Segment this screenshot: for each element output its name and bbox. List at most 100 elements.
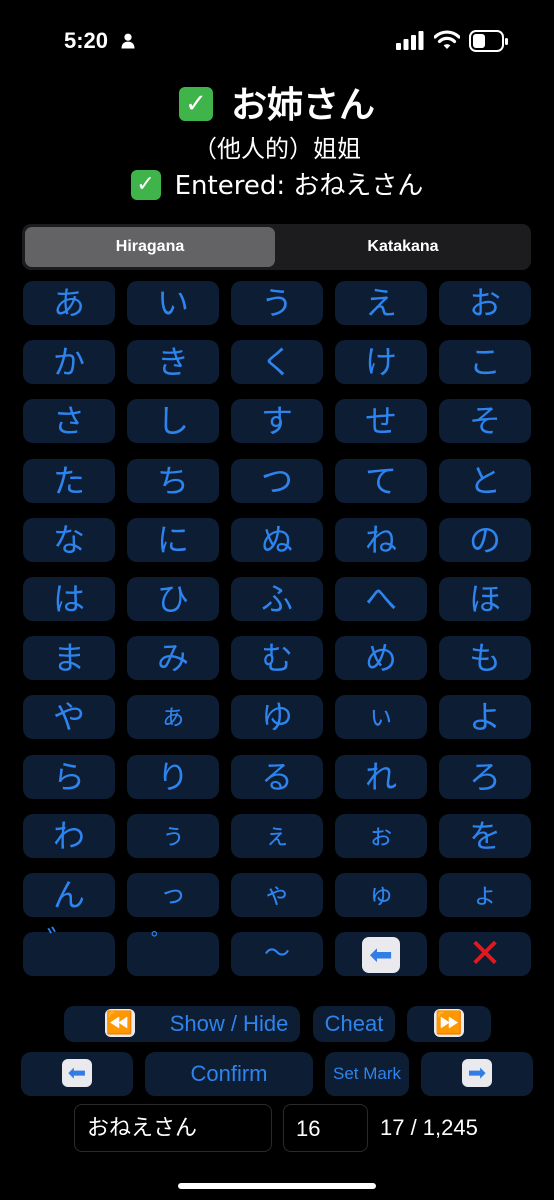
kana-key[interactable]: む xyxy=(231,636,323,681)
kana-row: は ひ ふ へ ほ xyxy=(23,576,532,636)
kana-key[interactable]: ほ xyxy=(439,576,531,621)
kana-key[interactable]: ゅ xyxy=(335,872,427,917)
kana-key[interactable]: め xyxy=(335,636,427,681)
kana-key[interactable]: ょ xyxy=(439,872,531,917)
kana-key[interactable]: せ xyxy=(335,399,427,444)
kana-key[interactable]: て xyxy=(335,458,427,503)
kana-key[interactable]: れ xyxy=(335,754,427,799)
tab-katakana[interactable]: Katakana xyxy=(278,227,528,267)
kana-key[interactable]: か xyxy=(23,340,115,385)
kana-key[interactable]: ぉ xyxy=(335,813,427,858)
kana-key[interactable]: や xyxy=(23,695,115,740)
kana-key[interactable]: さ xyxy=(23,399,115,444)
kana-key[interactable]: き xyxy=(127,340,219,385)
kana-key[interactable]: に xyxy=(127,517,219,562)
fast-forward-button[interactable]: ⏩ xyxy=(407,1006,491,1042)
kana-key[interactable]: ぬ xyxy=(231,517,323,562)
kana-key[interactable]: ふ xyxy=(231,576,323,621)
kana-key[interactable]: た xyxy=(23,458,115,503)
cheat-button[interactable]: Cheat xyxy=(313,1006,395,1042)
right-arrow-icon: ➡ xyxy=(462,1058,492,1087)
kana-key[interactable]: み xyxy=(127,636,219,681)
progress-counter: 17 / 1,245 xyxy=(380,1115,478,1140)
kana-key[interactable]: よ xyxy=(439,695,531,740)
kana-key[interactable]: ひ xyxy=(127,576,219,621)
kana-key[interactable]: し xyxy=(127,399,219,444)
kana-row: な に ぬ ね の xyxy=(23,517,532,577)
kana-key[interactable]: も xyxy=(439,636,531,681)
kana-row: か き く け こ xyxy=(23,340,532,399)
kana-key[interactable]: け xyxy=(335,340,427,385)
home-indicator[interactable] xyxy=(178,1183,376,1189)
kana-key[interactable]: ぃ xyxy=(335,695,427,740)
backspace-key[interactable]: ⬅ xyxy=(335,932,427,977)
kana-keyboard: あ い う え お か き く け こ さ し す せ そ た ち つ て と … xyxy=(23,281,532,991)
cellular-signal-icon xyxy=(396,31,424,50)
kana-key[interactable]: わ xyxy=(23,813,115,858)
fast-forward-icon: ⏩ xyxy=(434,1008,464,1037)
check-mark-icon: ✓ xyxy=(130,169,161,200)
left-arrow-icon: ⬅ xyxy=(62,1058,92,1087)
battery-icon xyxy=(469,30,508,52)
kana-key[interactable]: ん xyxy=(23,872,115,917)
kana-row: ま み む め も xyxy=(23,636,532,695)
tab-hiragana[interactable]: Hiragana xyxy=(25,227,275,267)
entered-text: Entered: おねえさん xyxy=(174,171,424,201)
kana-key[interactable]: す xyxy=(231,399,323,444)
set-mark-button[interactable]: Set Mark xyxy=(325,1052,409,1096)
kana-key[interactable]: こ xyxy=(439,340,531,385)
answer-field[interactable]: おねえさん xyxy=(74,1104,272,1152)
kana-key[interactable]: え xyxy=(335,281,427,325)
prompt-word: お姉さん xyxy=(230,85,375,126)
kana-key[interactable]: り xyxy=(127,754,219,799)
kana-key[interactable]: お xyxy=(439,281,531,325)
kana-key[interactable]: ゆ xyxy=(231,695,323,740)
check-mark-icon: ✓ xyxy=(178,87,213,121)
previous-button[interactable]: ⬅ xyxy=(21,1052,133,1096)
kana-key[interactable]: つ xyxy=(231,458,323,503)
kana-row: ん っ ゃ ゅ ょ xyxy=(23,872,532,932)
kana-key[interactable]: あ xyxy=(23,281,115,325)
prompt-meaning: （他人的）姐姐 xyxy=(193,135,361,163)
kana-key[interactable]: ち xyxy=(127,458,219,503)
kana-key[interactable]: ぇ xyxy=(231,813,323,858)
kana-row: や ぁ ゆ ぃ よ xyxy=(23,695,532,754)
next-button[interactable]: ➡ xyxy=(421,1052,533,1096)
script-segmented-control: Hiragana Katakana xyxy=(22,224,531,270)
handakuten-key[interactable]: ゜ xyxy=(127,931,219,977)
kana-key[interactable]: ら xyxy=(23,754,115,799)
kana-key[interactable]: の xyxy=(439,517,531,562)
index-field[interactable]: 16 xyxy=(283,1104,368,1152)
dakuten-key[interactable]: ゛ xyxy=(23,928,115,977)
kana-key[interactable]: い xyxy=(127,281,219,325)
kana-key[interactable]: そ xyxy=(439,399,531,444)
kana-row: ら り る れ ろ xyxy=(23,754,532,814)
prompt-header: ✓ お姉さん （他人的）姐姐 ✓ Entered: おねえさん xyxy=(0,80,554,206)
kana-key[interactable]: を xyxy=(439,813,531,858)
kana-key[interactable]: く xyxy=(231,340,323,385)
status-time: 5:20 xyxy=(64,28,109,53)
clear-key[interactable]: ✕ xyxy=(439,932,531,977)
kana-row: た ち つ て と xyxy=(23,458,532,518)
kana-key[interactable]: へ xyxy=(335,576,427,621)
kana-key[interactable]: う xyxy=(231,281,323,325)
kana-key[interactable]: は xyxy=(23,576,115,621)
kana-key[interactable]: ゃ xyxy=(231,872,323,917)
kana-row: さ し す せ そ xyxy=(23,399,532,458)
kana-key[interactable]: ろ xyxy=(439,754,531,799)
kana-key[interactable]: っ xyxy=(127,872,219,917)
kana-key[interactable]: ぁ xyxy=(127,695,219,740)
kana-row-modifiers: ゛ ゜ ～ ⬅ ✕ xyxy=(23,928,532,991)
kana-key[interactable]: と xyxy=(439,458,531,503)
long-mark-key[interactable]: ～ xyxy=(231,932,323,977)
kana-key[interactable]: な xyxy=(23,517,115,562)
show-hide-button[interactable]: Show / Hide xyxy=(158,1006,300,1042)
kana-key[interactable]: ぅ xyxy=(127,813,219,858)
confirm-button[interactable]: Confirm xyxy=(145,1052,313,1096)
kana-key[interactable]: ま xyxy=(23,636,115,681)
kana-key[interactable]: ね xyxy=(335,517,427,562)
kana-row: わ ぅ ぇ ぉ を xyxy=(23,813,532,873)
kana-row: あ い う え お xyxy=(23,281,532,340)
kana-key[interactable]: る xyxy=(231,754,323,799)
rewind-icon: ⏪ xyxy=(104,1008,135,1037)
